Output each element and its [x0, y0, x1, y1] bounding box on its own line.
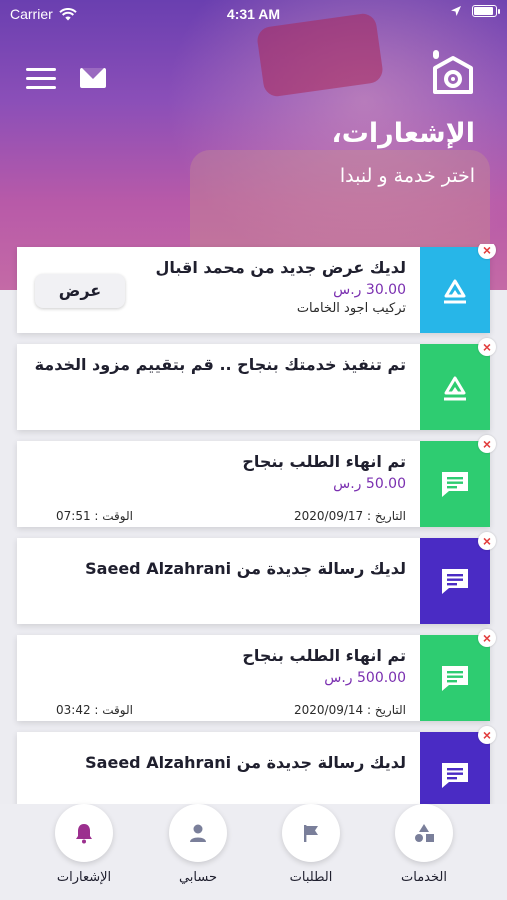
notification-date: التاريخ : 2020/09/17 — [294, 509, 406, 523]
notification-meta: التاريخ : 2020/09/17 الوقت : 07:51 — [26, 509, 406, 523]
notification-title: لديك رسالة جديدة من Saeed Alzahrani — [85, 559, 406, 578]
notification-card[interactable]: × تم تنفيذ خدمتك بنجاح .. قم بتقييم مزود… — [17, 338, 496, 430]
close-icon[interactable]: × — [478, 629, 496, 647]
tab-account[interactable]: حسابي — [153, 804, 243, 885]
notification-card[interactable]: × تم انهاء الطلب بنجاح 50.00 ر.س التاريخ… — [17, 435, 496, 527]
tab-circle — [169, 804, 227, 862]
clock: 4:31 AM — [226, 6, 281, 22]
notification-body: تم انهاء الطلب بنجاح 50.00 ر.س التاريخ :… — [26, 451, 406, 523]
tab-label: حسابي — [178, 870, 218, 885]
notification-card[interactable]: × لديك رسالة جديدة من Saeed Alzahrani — [17, 726, 496, 804]
location-arrow-icon — [451, 6, 461, 16]
tab-notifications[interactable]: الإشعارات — [39, 804, 129, 885]
close-icon[interactable]: × — [478, 532, 496, 550]
message-icon — [442, 763, 468, 788]
notification-title: تم انهاء الطلب بنجاح — [242, 646, 406, 665]
notification-body: تم انهاء الطلب بنجاح 500.00 ر.س التاريخ … — [26, 645, 406, 717]
tab-circle — [395, 804, 453, 862]
notification-side — [420, 538, 490, 624]
notifications-list[interactable]: × لديك عرض جديد من محمد اقبال 30.00 ر.س … — [0, 244, 507, 804]
app-logo — [433, 50, 473, 94]
close-icon[interactable]: × — [478, 435, 496, 453]
status-bar: Carrier 4:31 AM — [0, 0, 507, 28]
notification-body: لديك رسالة جديدة من Saeed Alzahrani — [26, 752, 406, 774]
tab-label: الطلبات — [289, 870, 333, 885]
tag-icon — [444, 376, 466, 401]
close-icon[interactable]: × — [478, 726, 496, 744]
bell-icon — [76, 824, 92, 844]
tag-icon — [444, 279, 466, 304]
message-icon — [442, 472, 468, 497]
notification-meta: التاريخ : 2020/09/14 الوقت : 03:42 — [26, 703, 406, 717]
close-icon[interactable]: × — [478, 244, 496, 259]
status-right — [450, 5, 500, 17]
page-title: الإشعارات، — [331, 118, 475, 149]
notification-card[interactable]: × تم انهاء الطلب بنجاح 500.00 ر.س التاري… — [17, 629, 496, 721]
notification-time: الوقت : 07:51 — [56, 509, 133, 523]
tab-circle — [282, 804, 340, 862]
close-icon[interactable]: × — [478, 338, 496, 356]
tab-orders[interactable]: الطلبات — [266, 804, 356, 885]
notification-side — [420, 344, 490, 430]
notification-body: لديك رسالة جديدة من Saeed Alzahrani — [26, 558, 406, 580]
notification-card[interactable]: × لديك عرض جديد من محمد اقبال 30.00 ر.س … — [17, 244, 496, 333]
notification-side — [420, 441, 490, 527]
notification-side — [420, 635, 490, 721]
message-icon — [442, 666, 468, 691]
notification-side — [420, 732, 490, 804]
view-offer-button[interactable]: عرض — [35, 274, 125, 308]
message-icon — [442, 569, 468, 594]
shapes-icon — [415, 824, 434, 842]
notification-title: تم انهاء الطلب بنجاح — [242, 452, 406, 471]
notification-title: تم تنفيذ خدمتك بنجاح .. قم بتقييم مزود ا… — [34, 355, 406, 374]
tab-label: الخدمات — [401, 870, 447, 885]
bottom-tab-bar: الإشعارات حسابي الطلبات الخدمات — [0, 804, 507, 900]
tab-services[interactable]: الخدمات — [379, 804, 469, 885]
mail-icon[interactable] — [80, 68, 106, 88]
tab-label: الإشعارات — [56, 870, 112, 885]
battery-icon — [472, 5, 500, 17]
notification-date: التاريخ : 2020/09/14 — [294, 703, 406, 717]
notification-title: لديك رسالة جديدة من Saeed Alzahrani — [85, 753, 406, 772]
flag-icon — [304, 825, 318, 842]
user-icon — [190, 824, 206, 842]
notification-price: 50.00 ر.س — [333, 476, 406, 492]
tab-circle — [55, 804, 113, 862]
notification-card[interactable]: × لديك رسالة جديدة من Saeed Alzahrani — [17, 532, 496, 624]
notification-price: 500.00 ر.س — [324, 670, 406, 686]
notification-body: تم تنفيذ خدمتك بنجاح .. قم بتقييم مزود ا… — [26, 354, 406, 376]
hamburger-menu-button[interactable] — [26, 68, 56, 90]
notification-side — [420, 247, 490, 333]
page-subtitle: اختر خدمة و لنبدا — [339, 165, 475, 187]
notification-time: الوقت : 03:42 — [56, 703, 133, 717]
